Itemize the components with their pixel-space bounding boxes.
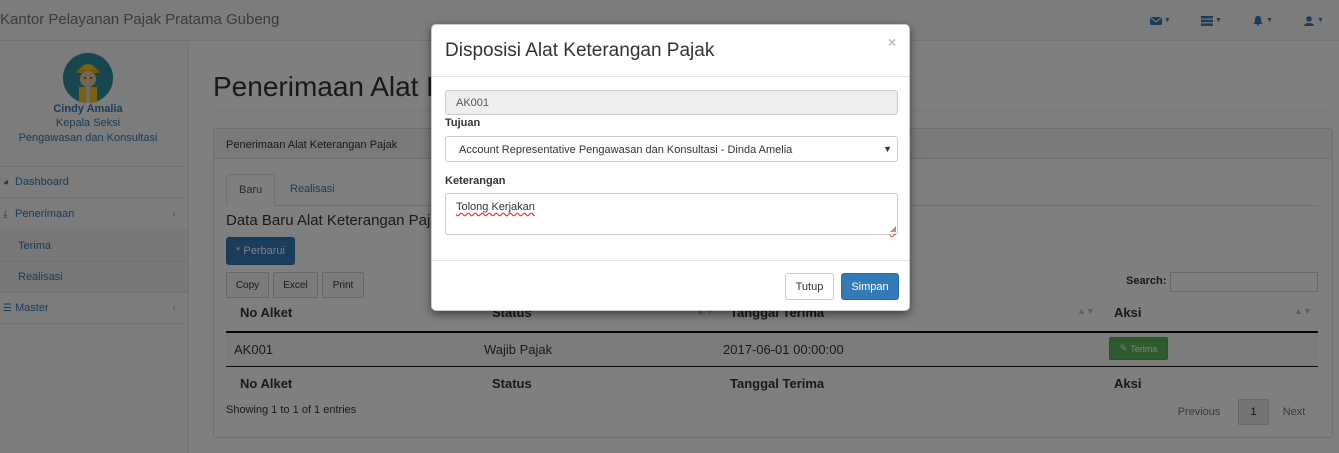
no-alket-field[interactable]: AK001 [445,90,898,115]
simpan-button[interactable]: Simpan [841,273,899,300]
modal-header: Disposisi Alat Keterangan Pajak × [432,25,909,77]
resize-handle-icon[interactable]: ◢ [890,224,896,233]
disposisi-modal: Disposisi Alat Keterangan Pajak × AK001 … [431,24,910,311]
keterangan-textarea[interactable]: Tolong Kerjakan ◢ [445,193,898,235]
tujuan-selected-value: Account Representative Pengawasan dan Ko… [459,144,793,156]
keterangan-text: Tolong Kerjakan [456,201,535,213]
close-icon[interactable]: × [888,34,896,50]
keterangan-label: Keterangan [445,175,506,187]
tujuan-label: Tujuan [445,117,481,129]
modal-title: Disposisi Alat Keterangan Pajak [445,40,715,61]
chevron-down-icon: ▼ [883,144,892,154]
modal-footer [432,260,909,261]
tujuan-select[interactable]: Account Representative Pengawasan dan Ko… [445,136,898,162]
tutup-button[interactable]: Tutup [785,273,834,300]
